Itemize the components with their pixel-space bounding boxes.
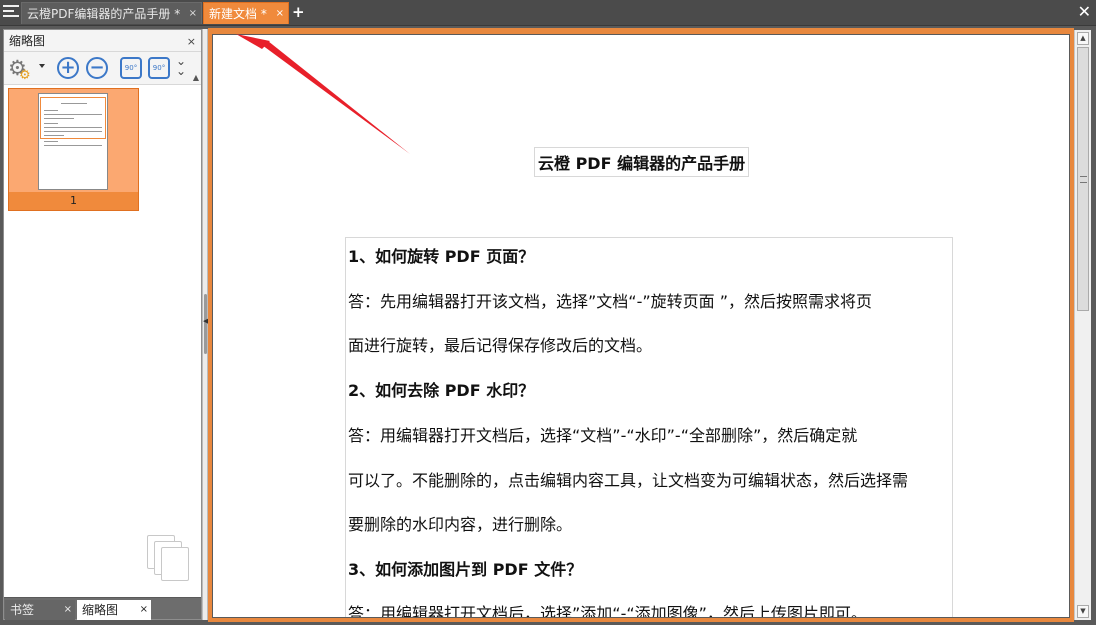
text-block[interactable]: 1、如何旋转 PDF 页面？ 答：先用编辑器打开该文档，选择”文档“-”旋转页面…	[345, 237, 953, 618]
panel-title: 缩略图 ×	[4, 30, 201, 52]
page-thumbnail[interactable]: 1	[8, 88, 139, 211]
chevron-down-icon[interactable]	[39, 64, 45, 68]
collapse-icon[interactable]: ▲	[193, 73, 199, 82]
close-window-icon[interactable]: ✕	[1078, 3, 1091, 21]
menu-icon[interactable]	[3, 5, 19, 19]
more-icon[interactable]: ⌄ ⌄	[176, 55, 186, 80]
tab-bar: 云橙PDF编辑器的产品手册 * × 新建文档 * × + ✕	[0, 0, 1096, 26]
close-icon[interactable]: ×	[140, 600, 148, 620]
thumbnail-toolbar: ⚙ ⚙ + − 90° 90° ⌄ ⌄ ▲	[4, 52, 201, 85]
gear-icon[interactable]: ⚙ ⚙	[8, 57, 36, 83]
paragraph: 答：先用编辑器打开该文档，选择”文档“-”旋转页面 ”，然后按照需求将页	[348, 292, 873, 311]
pages-icon	[147, 535, 189, 581]
paragraph: 答：用编辑器打开文档后，选择”添加“-“添加图像”，然后上传图片即可。	[348, 604, 867, 618]
document-title[interactable]: 云橙 PDF 编辑器的产品手册	[534, 147, 750, 177]
close-icon[interactable]: ×	[189, 3, 197, 25]
scroll-thumb[interactable]	[1077, 47, 1089, 311]
zoom-out-icon[interactable]: −	[86, 57, 108, 79]
tab-label: 书签	[10, 603, 35, 617]
page-preview	[38, 93, 108, 190]
paragraph: 1、如何旋转 PDF 页面？	[348, 247, 535, 266]
close-icon[interactable]: ×	[64, 600, 72, 620]
rotate-right-icon[interactable]: 90°	[148, 57, 170, 79]
tab-label: 缩略图	[82, 603, 119, 617]
document-page[interactable]: 云橙 PDF 编辑器的产品手册 1、如何旋转 PDF 页面？ 答：先用编辑器打开…	[212, 34, 1070, 618]
scroll-down-icon[interactable]: ▼	[1077, 605, 1089, 618]
tab-label: 云橙PDF编辑器的产品手册 *	[27, 7, 181, 21]
paragraph: 要删除的水印内容，进行删除。	[348, 515, 573, 534]
add-tab-icon[interactable]: +	[292, 4, 305, 20]
page-number: 1	[9, 192, 138, 210]
rotate-left-icon[interactable]: 90°	[120, 57, 142, 79]
tab-thumbnails[interactable]: 缩略图 ×	[77, 600, 151, 620]
thumbnail-panel: 缩略图 × ⚙ ⚙ + − 90° 90° ⌄ ⌄ ▲ 1 书签 × 缩略图 ×	[3, 29, 202, 620]
rotate-right-label: 90°	[152, 64, 166, 72]
zoom-in-icon[interactable]: +	[57, 57, 79, 79]
panel-title-label: 缩略图	[9, 34, 46, 48]
paragraph: 答：用编辑器打开文档后，选择“文档”-“水印”-“全部删除”，然后确定就	[348, 426, 858, 445]
paragraph: 3、如何添加图片到 PDF 文件？	[348, 560, 583, 579]
rotate-left-label: 90°	[124, 64, 138, 72]
document-viewport: 云橙 PDF 编辑器的产品手册 1、如何旋转 PDF 页面？ 答：先用编辑器打开…	[208, 28, 1074, 622]
close-icon[interactable]: ×	[276, 3, 284, 25]
thumbnail-list: 1	[4, 85, 201, 592]
paragraph: 面进行旋转，最后记得保存修改后的文档。	[348, 336, 653, 355]
close-icon[interactable]: ×	[187, 31, 196, 53]
tab-product-manual[interactable]: 云橙PDF编辑器的产品手册 * ×	[21, 2, 202, 24]
tab-label: 新建文档 *	[209, 7, 267, 21]
scroll-up-icon[interactable]: ▲	[1077, 32, 1089, 45]
tab-bookmarks[interactable]: 书签 ×	[5, 600, 75, 620]
panel-tabs: 书签 × 缩略图 ×	[4, 597, 201, 620]
paragraph: 2、如何去除 PDF 水印？	[348, 381, 535, 400]
paragraph: 可以了。不能删除的，点击编辑内容工具，让文档变为可编辑状态，然后选择需	[348, 471, 909, 490]
vertical-scrollbar[interactable]: ▲ ▼	[1074, 30, 1091, 620]
tab-new-document[interactable]: 新建文档 * ×	[203, 2, 289, 24]
